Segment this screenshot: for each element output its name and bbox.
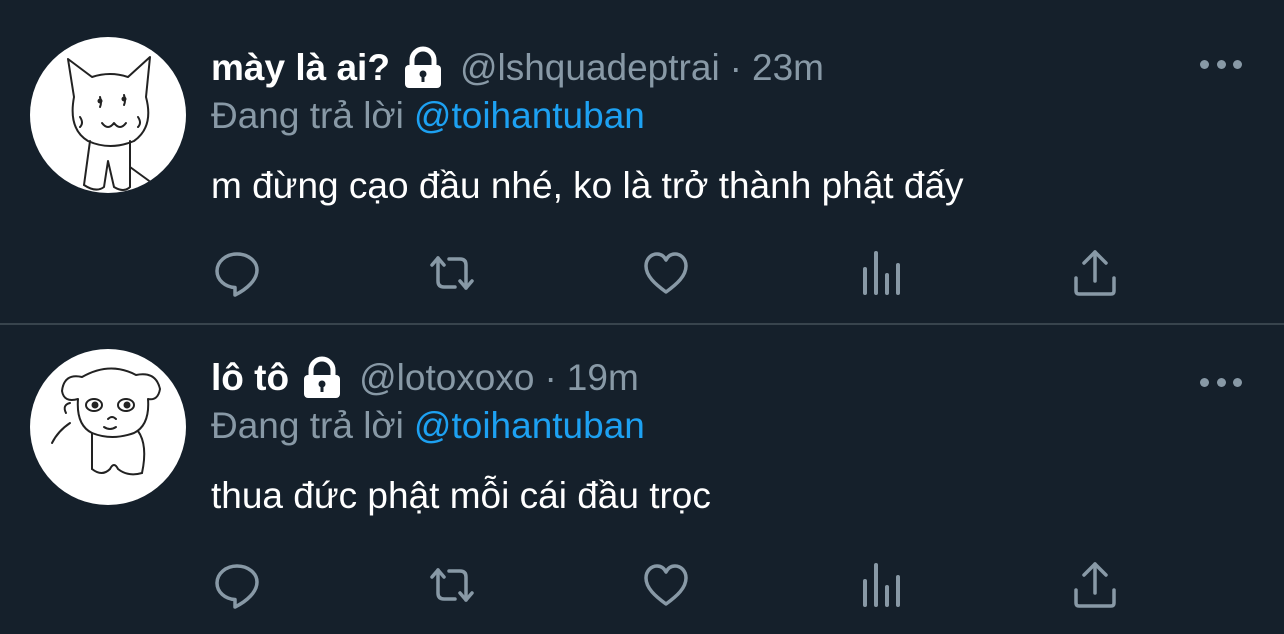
retweet-icon bbox=[430, 256, 474, 290]
retweet-button[interactable] bbox=[422, 555, 482, 615]
action-bar bbox=[0, 243, 1284, 303]
tweet-header: lô tô @lotoxoxo · 19m bbox=[211, 350, 639, 406]
tweet[interactable]: mày là ai? @lshquadeptrai · 23m Đang trả… bbox=[0, 0, 1284, 325]
separator-dot: · bbox=[729, 47, 742, 88]
reply-button[interactable] bbox=[207, 555, 267, 615]
share-button[interactable] bbox=[1065, 555, 1125, 615]
analytics-icon bbox=[863, 251, 900, 295]
replying-label: Đang trả lời bbox=[211, 95, 404, 136]
share-icon bbox=[1074, 562, 1116, 608]
reply-icon bbox=[215, 252, 259, 297]
replying-label: Đang trả lời bbox=[211, 405, 404, 446]
like-button[interactable] bbox=[636, 243, 696, 303]
user-handle[interactable]: @lshquadeptrai bbox=[460, 47, 720, 89]
tweet-header: mày là ai? @lshquadeptrai · 23m bbox=[211, 40, 824, 96]
display-name[interactable]: lô tô bbox=[211, 357, 289, 399]
analytics-icon bbox=[863, 563, 900, 607]
analytics-button[interactable] bbox=[851, 555, 911, 615]
display-name[interactable]: mày là ai? bbox=[211, 47, 390, 89]
tweet[interactable]: lô tô @lotoxoxo · 19m Đang trả lời @toiha… bbox=[0, 325, 1284, 634]
reply-button[interactable] bbox=[207, 243, 267, 303]
analytics-button[interactable] bbox=[851, 243, 911, 303]
dog-eye-left bbox=[91, 401, 99, 409]
replying-to: Đang trả lời @toihantuban bbox=[211, 405, 645, 447]
share-button[interactable] bbox=[1065, 243, 1125, 303]
heart-icon bbox=[644, 564, 688, 606]
lock-icon bbox=[402, 46, 444, 90]
action-bar bbox=[0, 555, 1284, 615]
share-icon bbox=[1074, 250, 1116, 296]
timestamp[interactable]: 23m bbox=[752, 47, 824, 89]
cat-drawing-avatar bbox=[67, 56, 153, 191]
lock-icon bbox=[301, 356, 343, 400]
more-icon[interactable] bbox=[1200, 58, 1242, 70]
mention-link[interactable]: @toihantuban bbox=[414, 405, 645, 446]
cat-eye-left bbox=[97, 98, 103, 104]
cat-eye-right bbox=[121, 96, 127, 102]
dog-eye-right bbox=[123, 401, 131, 409]
more-icon[interactable] bbox=[1200, 376, 1242, 388]
timestamp[interactable]: 19m bbox=[567, 357, 639, 399]
tweet-text: m đừng cạo đầu nhé, ko là trở thành phật… bbox=[211, 165, 964, 206]
avatar[interactable] bbox=[30, 37, 186, 193]
avatar[interactable] bbox=[30, 349, 186, 505]
like-button[interactable] bbox=[636, 555, 696, 615]
heart-icon bbox=[644, 252, 688, 294]
user-handle[interactable]: @lotoxoxo bbox=[359, 357, 534, 399]
dog-drawing-avatar bbox=[51, 367, 161, 476]
separator-dot: · bbox=[544, 357, 557, 398]
tweet-text: thua đức phật mỗi cái đầu trọc bbox=[211, 475, 711, 516]
mention-link[interactable]: @toihantuban bbox=[414, 95, 645, 136]
retweet-icon bbox=[430, 568, 474, 602]
replying-to: Đang trả lời @toihantuban bbox=[211, 95, 645, 137]
reply-icon bbox=[215, 564, 259, 609]
retweet-button[interactable] bbox=[422, 243, 482, 303]
